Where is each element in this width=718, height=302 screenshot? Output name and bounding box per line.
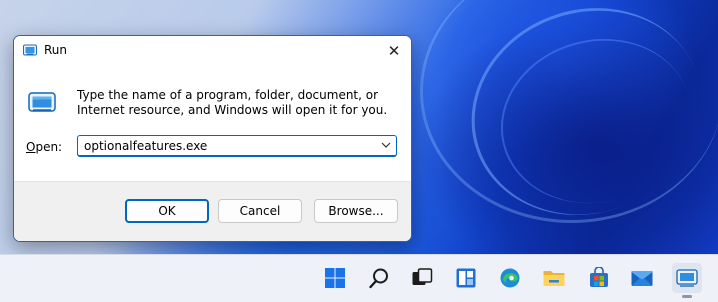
mail-button[interactable] xyxy=(627,263,657,293)
dialog-footer: OK Cancel Browse... xyxy=(14,181,411,241)
open-combobox[interactable] xyxy=(77,135,397,157)
active-indicator xyxy=(682,295,692,298)
run-program-icon xyxy=(28,92,56,112)
microsoft-store-icon xyxy=(590,267,608,287)
widgets-button[interactable] xyxy=(451,263,481,293)
file-explorer-icon xyxy=(543,271,565,286)
widgets-icon xyxy=(456,268,476,288)
search-button[interactable] xyxy=(364,263,394,293)
file-explorer-button[interactable] xyxy=(539,263,569,293)
title-bar[interactable]: Run ✕ xyxy=(14,36,411,66)
microsoft-store-button[interactable] xyxy=(584,263,614,293)
run-dialog: Run ✕ Type the name of a program, folder… xyxy=(13,35,412,242)
start-icon xyxy=(325,268,345,288)
wallpaper-swirl xyxy=(420,0,718,223)
task-view-button[interactable] xyxy=(407,263,437,293)
task-view-icon xyxy=(412,268,433,285)
dialog-content: Type the name of a program, folder, docu… xyxy=(14,66,411,181)
ok-button[interactable]: OK xyxy=(125,199,209,223)
mail-icon xyxy=(631,271,653,286)
close-icon: ✕ xyxy=(387,42,401,60)
taskbar xyxy=(0,254,718,302)
run-app-icon xyxy=(676,269,698,287)
search-icon xyxy=(369,268,388,289)
browse-button[interactable]: Browse... xyxy=(314,199,398,223)
open-label: Open: xyxy=(26,140,62,154)
run-taskbar-button[interactable] xyxy=(672,263,702,298)
open-input[interactable] xyxy=(84,138,369,154)
dialog-description: Type the name of a program, folder, docu… xyxy=(77,88,388,117)
edge-button[interactable] xyxy=(495,263,525,293)
edge-icon xyxy=(500,268,520,288)
window-title: Run xyxy=(44,43,68,57)
open-label-text: pen: xyxy=(35,140,63,154)
close-button[interactable]: ✕ xyxy=(377,36,411,66)
run-icon xyxy=(23,44,37,56)
chevron-down-icon[interactable] xyxy=(381,140,391,150)
start-button[interactable] xyxy=(320,263,350,293)
cancel-button[interactable]: Cancel xyxy=(218,199,302,223)
